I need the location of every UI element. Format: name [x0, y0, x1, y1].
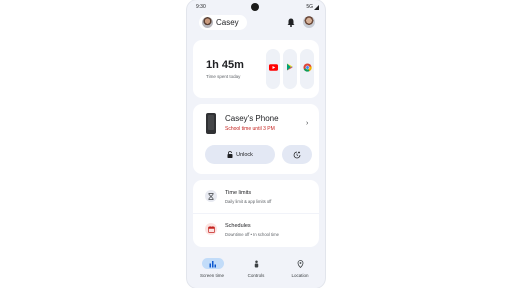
time-limits-subtitle: Daily limit & app limits off: [225, 199, 272, 204]
network-label: 5G: [306, 4, 313, 10]
time-limits-title: Time limits: [225, 190, 252, 196]
status-time: 9:30: [196, 4, 206, 10]
top-bar: Casey: [187, 13, 325, 33]
app-usage-play-store[interactable]: [283, 49, 297, 89]
unlock-icon: [227, 151, 233, 158]
device-card[interactable]: Casey's Phone School time until 3 PM › U…: [193, 104, 319, 174]
bottom-navigation: Screen time Controls Location: [187, 253, 325, 283]
child-avatar: [202, 17, 213, 28]
nav-location-label: Location: [291, 273, 309, 278]
device-name: Casey's Phone: [225, 114, 279, 123]
profile-name: Casey: [216, 18, 239, 27]
chevron-right-icon[interactable]: ›: [306, 120, 308, 127]
parent-avatar[interactable]: [303, 16, 315, 28]
hourglass-icon: [205, 190, 217, 202]
add-time-icon: [293, 151, 301, 158]
controls-person-icon: [254, 260, 259, 268]
screen-time-caption: Time spent today: [206, 74, 241, 79]
camera-cutout: [251, 3, 259, 11]
nav-controls-label: Controls: [247, 273, 265, 278]
nav-screen-time[interactable]: Screen time: [192, 256, 232, 282]
app-usage-chrome[interactable]: [300, 49, 314, 89]
unlock-button[interactable]: Unlock: [205, 145, 275, 164]
app-usage-youtube[interactable]: [266, 49, 280, 89]
chrome-icon: [302, 62, 312, 72]
unlock-label: Unlock: [236, 151, 253, 158]
phone-frame: 9:30 5G Casey 1h 45m Time spent today Ca…: [187, 0, 325, 288]
nav-controls[interactable]: Controls: [236, 256, 276, 282]
schedules-row[interactable]: Schedules Downtime off • In school time: [193, 214, 319, 246]
device-status: School time until 3 PM: [225, 126, 275, 132]
play-store-icon: [285, 62, 295, 72]
screen-time-card[interactable]: 1h 45m Time spent today: [193, 40, 319, 98]
add-time-button[interactable]: [282, 145, 312, 164]
bar-chart-icon: [209, 261, 216, 268]
profile-switcher[interactable]: Casey: [199, 15, 247, 30]
phone-device-icon: [206, 113, 216, 134]
youtube-icon: [268, 62, 278, 72]
nav-location[interactable]: Location: [280, 256, 320, 282]
settings-list-card: Time limits Daily limit & app limits off…: [193, 180, 319, 247]
calendar-icon: [205, 223, 217, 235]
total-screen-time: 1h 45m: [206, 59, 244, 71]
schedules-title: Schedules: [225, 223, 251, 229]
bell-icon[interactable]: [287, 18, 295, 27]
top-apps: [266, 48, 314, 90]
status-bar: 9:30 5G: [187, 3, 325, 13]
location-pin-icon: [297, 260, 304, 268]
nav-screen-time-label: Screen time: [199, 273, 224, 278]
signal-icon: [314, 5, 319, 10]
time-limits-row[interactable]: Time limits Daily limit & app limits off: [193, 181, 319, 213]
schedules-subtitle: Downtime off • In school time: [225, 232, 279, 237]
